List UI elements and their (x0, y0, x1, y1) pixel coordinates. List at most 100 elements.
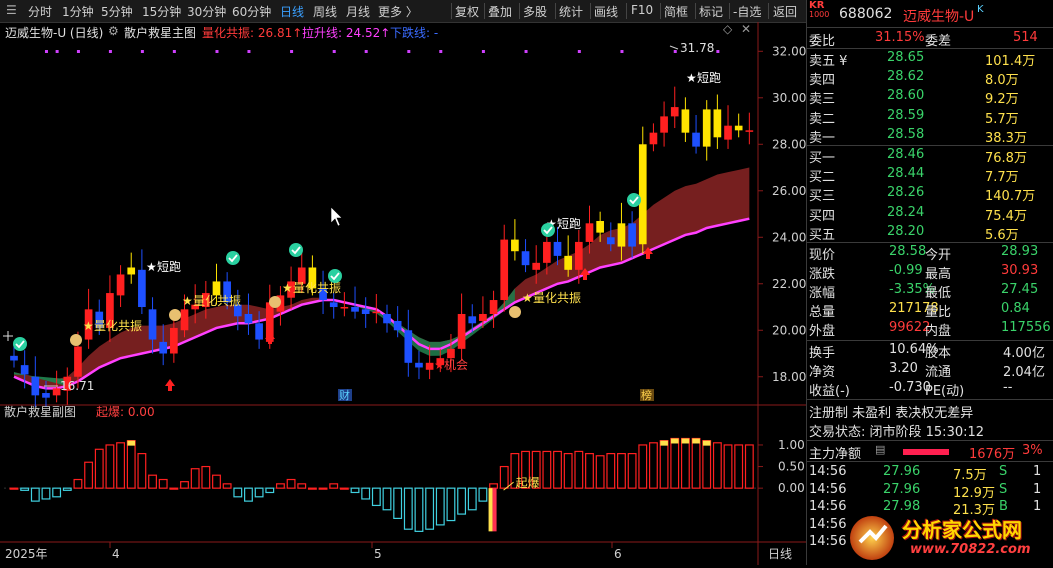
candle-body[interactable] (447, 348, 455, 359)
candle-body[interactable] (500, 239, 509, 301)
candle-body[interactable] (511, 239, 519, 252)
ask-price[interactable]: 28.59 (887, 108, 924, 123)
stat-label: 最高 (925, 267, 952, 282)
sub-histogram-bar (638, 444, 648, 489)
candle-body[interactable] (351, 307, 359, 312)
candle-body[interactable] (31, 376, 40, 396)
candle-body[interactable] (244, 313, 253, 324)
toolbar-button[interactable]: F10 (631, 3, 653, 17)
candle-body[interactable] (457, 313, 466, 349)
tick-price: 27.96 (883, 481, 921, 497)
toolbar-button[interactable]: 标记 (699, 3, 723, 20)
sprint-label: 短跑 (157, 260, 181, 274)
candle-body[interactable] (127, 267, 136, 275)
candle-body[interactable] (415, 362, 423, 368)
time-axis-month: 6 (614, 547, 622, 561)
sub-histogram-bar (446, 487, 456, 522)
candle-body[interactable] (329, 302, 338, 308)
toolbar-button[interactable]: 叠加 (488, 3, 512, 20)
period-tab[interactable]: 分时 (28, 3, 52, 20)
candle-body[interactable] (521, 251, 530, 266)
candle-body[interactable] (74, 346, 82, 377)
indicator-name[interactable]: 散户救星主图 (124, 24, 196, 41)
toolbar-button[interactable]: 返回 (773, 3, 797, 20)
candle-body[interactable] (692, 132, 700, 147)
period-tab[interactable]: 月线 (346, 3, 370, 20)
menu-icon[interactable]: ☰ (6, 3, 17, 17)
candle-body[interactable] (702, 109, 711, 147)
sub-histogram-bar (30, 487, 40, 502)
candle-body[interactable] (468, 316, 477, 324)
period-tab[interactable]: 日线 (280, 3, 304, 20)
toolbar-button[interactable]: 画线 (594, 3, 618, 20)
candle-body[interactable] (372, 311, 381, 314)
candle-body[interactable] (606, 237, 615, 245)
candle-body[interactable] (404, 330, 413, 363)
list-icon[interactable]: ▤ (875, 443, 885, 456)
ask-price[interactable]: 28.60 (887, 88, 924, 103)
candle-body[interactable] (489, 300, 498, 314)
candle-body[interactable] (383, 313, 391, 324)
toolbar-button[interactable]: 复权 (455, 3, 479, 20)
candle-body[interactable] (649, 132, 658, 145)
period-tab[interactable]: 5分钟 (101, 3, 133, 20)
ask-price[interactable]: 28.65 (887, 50, 924, 65)
period-tab[interactable]: 周线 (313, 3, 337, 20)
candle-body[interactable] (734, 125, 743, 131)
toolbar-button[interactable]: 简框 (664, 3, 688, 20)
candle-body[interactable] (148, 309, 157, 340)
candle-body[interactable] (180, 309, 189, 331)
candle-body[interactable] (574, 241, 583, 270)
close-icon[interactable]: ✕ (741, 22, 751, 36)
candle-body[interactable] (479, 313, 487, 321)
candle-body[interactable] (170, 327, 178, 354)
candle-body[interactable] (10, 355, 18, 361)
candle-body[interactable] (20, 365, 29, 375)
candle-body[interactable] (638, 144, 647, 245)
candle-body[interactable] (564, 255, 573, 270)
bid-price[interactable]: 28.46 (887, 147, 924, 162)
candle-body[interactable] (713, 109, 722, 138)
sub-histogram-bar (574, 450, 584, 489)
toolbar-button[interactable]: 多股 (523, 3, 547, 20)
candle-body[interactable] (393, 320, 402, 331)
candle-body[interactable] (745, 130, 754, 132)
candle-body[interactable] (42, 393, 50, 398)
period-tab[interactable]: 更多 〉 (378, 3, 418, 20)
candle-body[interactable] (617, 223, 626, 247)
diamond-icon[interactable]: ◇ (723, 22, 732, 36)
period-tab[interactable]: 60分钟 (232, 3, 271, 20)
candle-body[interactable] (585, 223, 594, 242)
candle-body[interactable] (159, 341, 168, 354)
candle-body[interactable] (596, 221, 604, 233)
candle-body[interactable] (670, 107, 679, 117)
candle-body[interactable] (628, 223, 636, 247)
main-flow-label[interactable]: 主力净额 (809, 443, 861, 462)
candle-body[interactable] (255, 323, 263, 340)
candle-body[interactable] (681, 109, 690, 133)
candle-body[interactable] (724, 125, 732, 140)
period-tab[interactable]: 1分钟 (62, 3, 94, 20)
bid-price[interactable]: 28.20 (887, 224, 924, 239)
candle-body[interactable] (361, 309, 370, 314)
period-tab[interactable]: 30分钟 (187, 3, 226, 20)
period-tab[interactable]: 15分钟 (142, 3, 181, 20)
kline-chart[interactable]: 32.00 30.00 28.00 26.00 24.00 22.00 20.00 18.00… (0, 22, 806, 565)
ask-price[interactable]: 28.62 (887, 69, 924, 84)
candle-body[interactable] (116, 274, 125, 296)
bid-price[interactable]: 28.24 (887, 205, 924, 220)
resonance-label: 量化共振 (293, 281, 341, 295)
candle-body[interactable] (138, 269, 146, 308)
ask-price[interactable]: 28.58 (887, 127, 924, 142)
candle-body[interactable] (553, 241, 562, 256)
candle-body[interactable] (543, 241, 551, 263)
candle-body[interactable] (425, 362, 434, 370)
bid-price[interactable]: 28.44 (887, 166, 924, 181)
settings-gear-icon[interactable]: ⚙ (108, 24, 119, 38)
bid-price[interactable]: 28.26 (887, 185, 924, 200)
toolbar-button[interactable]: -自选 (733, 3, 761, 20)
candle-body[interactable] (532, 262, 541, 270)
toolbar-button[interactable]: 统计 (559, 3, 583, 20)
candle-body[interactable] (660, 116, 668, 133)
candle-body[interactable] (340, 307, 349, 309)
